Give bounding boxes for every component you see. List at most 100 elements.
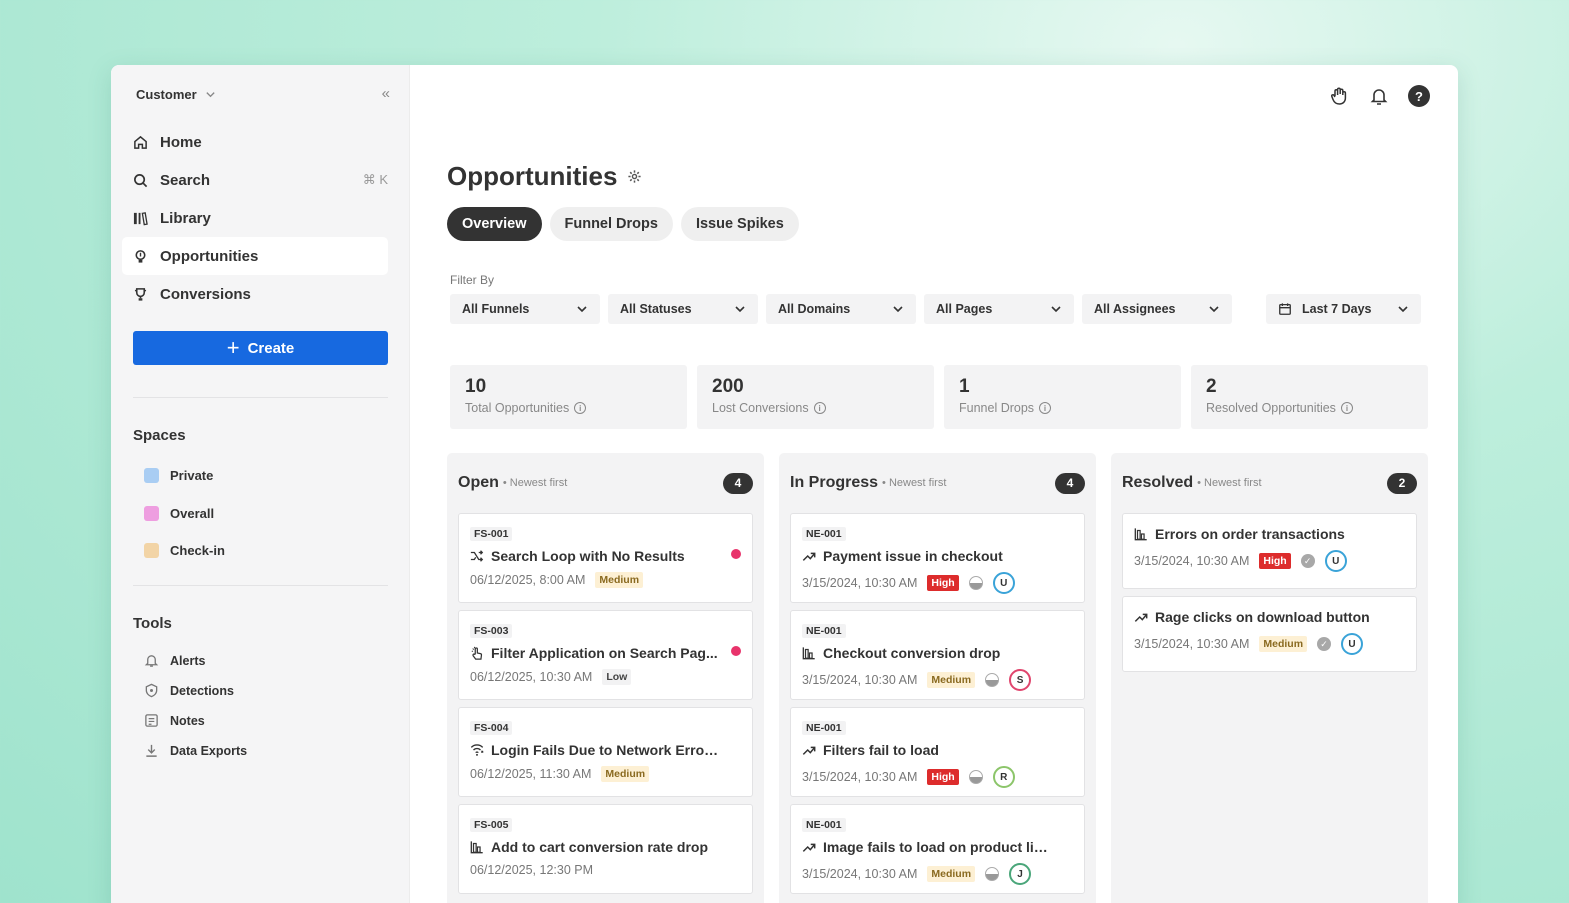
tab-overview[interactable]: Overview: [447, 207, 542, 241]
info-icon[interactable]: i: [1340, 402, 1353, 414]
app-window: Customer « Home Search ⌘ K Library Oppor…: [111, 65, 1458, 903]
library-icon: [133, 211, 148, 226]
settings-gear-icon[interactable]: [627, 169, 642, 189]
opportunity-card[interactable]: Rage clicks on download button 3/15/2024…: [1122, 596, 1417, 672]
download-icon: [144, 743, 159, 758]
page-filter[interactable]: All Pages: [924, 294, 1074, 324]
status-resolved-icon[interactable]: ✓: [1317, 637, 1332, 651]
column-sort[interactable]: • Newest first: [503, 477, 567, 489]
assignee-avatar[interactable]: S: [1009, 669, 1032, 691]
tab-funnel-drops[interactable]: Funnel Drops: [549, 207, 673, 241]
stat-label-row: Resolved Opportunities i: [1206, 401, 1413, 415]
card-meta: 06/12/2025, 12:30 PM: [470, 863, 741, 877]
domain-filter[interactable]: All Domains: [766, 294, 916, 324]
bell-icon: [144, 653, 159, 668]
priority-badge: Medium: [1259, 636, 1308, 652]
tool-item-detections[interactable]: Detections: [144, 683, 234, 698]
opportunity-card[interactable]: FS-004 Login Fails Due to Network Error …: [458, 707, 753, 797]
assignee-avatar[interactable]: J: [1009, 863, 1032, 885]
stat-total-opportunities: 10 Total Opportunities i: [450, 365, 687, 429]
opportunity-card[interactable]: FS-001 Search Loop with No Results 06/12…: [458, 513, 753, 603]
priority-badge: Medium: [595, 572, 644, 588]
space-label: Overall: [170, 506, 215, 521]
nav-item-conversions[interactable]: Conversions: [122, 275, 388, 313]
card-meta: 06/12/2025, 11:30 AM Medium: [470, 766, 741, 782]
space-item-private[interactable]: Private: [144, 468, 213, 483]
priority-badge: High: [1259, 553, 1291, 569]
info-icon[interactable]: i: [813, 402, 826, 414]
status-in-progress-icon[interactable]: [985, 867, 1000, 881]
info-icon[interactable]: i: [1039, 402, 1052, 414]
space-item-overall[interactable]: Overall: [144, 506, 214, 521]
card-meta: 3/15/2024, 10:30 AM Medium J: [802, 863, 1073, 885]
filter-value: All Funnels: [462, 302, 530, 316]
status-in-progress-icon[interactable]: [985, 673, 1000, 687]
assignee-avatar[interactable]: U: [1324, 550, 1347, 572]
column-sort[interactable]: • Newest first: [1197, 477, 1261, 489]
status-in-progress-icon[interactable]: [968, 576, 983, 590]
opportunity-card[interactable]: FS-003 Filter Application on Search Pag.…: [458, 610, 753, 700]
nav-item-library[interactable]: Library: [122, 199, 388, 237]
column-title: Resolved: [1122, 474, 1194, 491]
chevron-down-icon: [893, 306, 903, 313]
stat-lost-conversions: 200 Lost Conversions i: [697, 365, 934, 429]
tab-issue-spikes[interactable]: Issue Spikes: [680, 207, 799, 241]
kanban-column-open: Open • Newest first 4 FS-001 Search Loop…: [447, 453, 764, 903]
create-label: Create: [247, 339, 295, 357]
priority-badge: High: [927, 769, 959, 785]
card-id: FS-003: [470, 624, 513, 638]
card-id: NE-001: [802, 721, 846, 735]
sidebar-divider: [133, 397, 388, 398]
status-in-progress-icon[interactable]: [968, 770, 983, 784]
column-sort[interactable]: • Newest first: [882, 477, 946, 489]
workspace-switcher[interactable]: Customer: [136, 87, 216, 102]
opportunity-card[interactable]: NE-001 Checkout conversion drop 3/15/202…: [790, 610, 1085, 700]
opportunity-card[interactable]: NE-001 Payment issue in checkout 3/15/20…: [790, 513, 1085, 603]
nav-item-search[interactable]: Search ⌘ K: [122, 161, 388, 199]
nav-label: Home: [160, 133, 202, 151]
shield-icon: [144, 683, 159, 698]
hand-wave-icon[interactable]: [1328, 85, 1350, 107]
collapse-sidebar-icon[interactable]: «: [382, 85, 391, 102]
date-range-filter[interactable]: Last 7 Days: [1266, 294, 1421, 324]
nav-item-opportunities[interactable]: Opportunities: [122, 237, 388, 275]
assignee-filter[interactable]: All Assignees: [1082, 294, 1232, 324]
opportunity-card[interactable]: Errors on order transactions 3/15/2024, …: [1122, 513, 1417, 589]
create-button[interactable]: + Create: [133, 331, 388, 365]
sidebar-divider: [133, 585, 388, 586]
space-item-check-in[interactable]: Check-in: [144, 543, 225, 558]
opportunity-card[interactable]: FS-005 Add to cart conversion rate drop …: [458, 804, 753, 894]
status-resolved-icon[interactable]: ✓: [1300, 554, 1315, 568]
tool-item-notes[interactable]: Notes: [144, 713, 205, 728]
status-filter[interactable]: All Statuses: [608, 294, 758, 324]
card-meta: 3/15/2024, 10:30 AM High R: [802, 766, 1073, 788]
opportunity-card[interactable]: NE-001 Filters fail to load 3/15/2024, 1…: [790, 707, 1085, 797]
plus-icon: +: [226, 335, 240, 360]
tool-item-data-exports[interactable]: Data Exports: [144, 743, 247, 758]
card-date: 3/15/2024, 10:30 AM: [1134, 637, 1250, 651]
info-icon[interactable]: i: [574, 402, 587, 414]
filter-value: All Statuses: [620, 302, 692, 316]
chevron-down-icon: [577, 306, 587, 313]
stat-funnel-drops: 1 Funnel Drops i: [944, 365, 1181, 429]
funnel-filter[interactable]: All Funnels: [450, 294, 600, 324]
assignee-avatar[interactable]: R: [992, 766, 1015, 788]
space-label: Private: [170, 468, 214, 483]
column-title: In Progress: [790, 474, 879, 491]
help-icon[interactable]: ?: [1408, 85, 1430, 107]
stat-label: Total Opportunities: [465, 401, 570, 415]
assignee-avatar[interactable]: U: [992, 572, 1015, 594]
tool-item-alerts[interactable]: Alerts: [144, 653, 205, 668]
card-title: Filter Application on Search Pag...: [491, 645, 718, 661]
notification-bell-icon[interactable]: [1368, 85, 1390, 107]
assignee-avatar[interactable]: U: [1341, 633, 1364, 655]
kanban-column-resolved: Resolved • Newest first 2 Errors on orde…: [1111, 453, 1428, 903]
tools-title: Tools: [133, 615, 172, 632]
card-title: Login Fails Due to Network Error on...: [491, 742, 723, 758]
trend-up-icon: [1134, 610, 1148, 624]
card-date: 3/15/2024, 10:30 AM: [802, 673, 918, 687]
card-title-row: Image fails to load on product listing: [802, 839, 1073, 855]
opportunity-card[interactable]: NE-001 Image fails to load on product li…: [790, 804, 1085, 894]
sidebar-nav: Home Search ⌘ K Library Opportunities Co…: [122, 123, 388, 313]
nav-item-home[interactable]: Home: [122, 123, 388, 161]
